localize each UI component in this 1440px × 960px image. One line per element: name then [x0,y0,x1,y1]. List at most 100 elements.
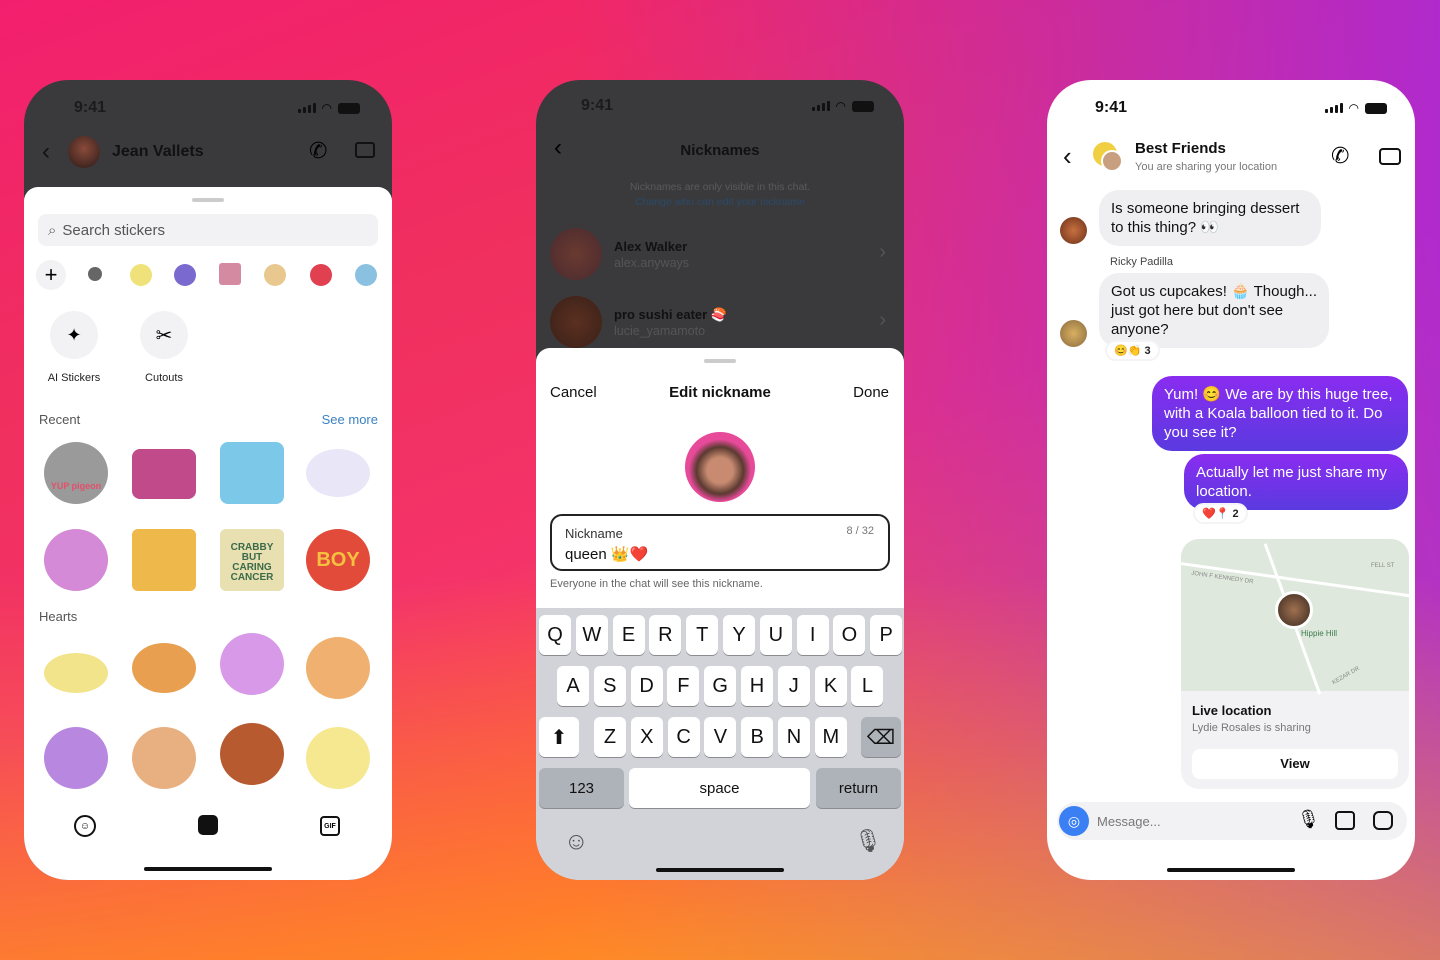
sticker-pack[interactable] [130,264,152,286]
sticker-icon[interactable] [1373,811,1393,830]
status-icons: ◠ [297,101,360,115]
sticker-heart[interactable] [132,643,196,693]
key-k[interactable]: K [814,666,847,706]
sticker-heart[interactable] [306,727,370,789]
reaction-badge[interactable]: ❤️📍 2 [1195,505,1246,522]
back-icon[interactable]: ‹ [42,138,50,166]
sticker-heart[interactable] [220,633,284,695]
gallery-icon[interactable] [1335,811,1355,830]
key-t[interactable]: T [686,615,719,655]
helper-text: Everyone in the chat will see this nickn… [550,578,763,590]
map[interactable]: JOHN F KENNEDY DR FELL ST KEZAR DR Hippi… [1181,539,1409,695]
camera-icon[interactable]: ◎ [1059,806,1089,836]
sticker-crabby-cancer[interactable]: CRABBY BUT CARING CANCER [220,529,284,591]
char-counter: 8 / 32 [846,525,874,537]
key-y[interactable]: Y [723,615,755,655]
drag-handle[interactable] [704,359,736,363]
key-c[interactable]: C [667,717,700,757]
see-more-link[interactable]: See more [322,412,378,427]
sticker-lettering: YUP pigeon [50,481,102,491]
backspace-key[interactable]: ⌫ [861,717,901,757]
live-location-title: Live location [1192,703,1272,718]
key-o[interactable]: O [833,615,866,655]
message-composer[interactable]: ◎ Message... 🎙 [1057,802,1407,840]
sticker-pack[interactable] [355,264,377,286]
video-icon[interactable] [1379,148,1401,165]
nickname-input[interactable]: Nickname queen 👑❤️ 8 / 32 [550,514,890,571]
sticker-icon[interactable] [198,815,218,835]
phone-icon[interactable]: ✆ [1331,143,1349,169]
key-i[interactable]: I [796,615,829,655]
sticker-lips[interactable] [44,529,108,591]
video-icon[interactable] [355,142,375,158]
sticker-pack[interactable] [219,263,241,285]
change-permission-link[interactable]: Change who can edit your nickname [536,196,904,208]
sticker-heart[interactable] [44,653,108,693]
avatar-icon[interactable]: ☺ [74,815,96,837]
sticker-heart[interactable] [306,637,370,699]
avatar [550,228,602,280]
sticker-duh[interactable] [132,449,196,499]
key-n[interactable]: N [778,717,810,757]
key-m[interactable]: M [814,717,847,757]
member-row[interactable]: pro sushi eater 🍣 lucie_yamamoto › [536,296,904,356]
key-j[interactable]: J [777,666,810,706]
add-sticker-icon[interactable]: + [36,260,66,290]
key-r[interactable]: R [649,615,682,655]
key-l[interactable]: L [851,666,884,706]
chevron-right-icon: › [879,241,886,263]
key-x[interactable]: X [630,717,663,757]
sticker-pack[interactable] [264,264,286,286]
reaction-badge[interactable]: 😊👏 3 [1107,342,1158,359]
phone-icon[interactable]: ✆ [309,138,327,164]
key-d[interactable]: D [630,666,663,706]
sticker-heart[interactable] [132,727,196,789]
recent-icon[interactable] [88,267,102,281]
key-v[interactable]: V [704,717,737,757]
message-outgoing: Actually let me just share my location. [1184,454,1408,510]
sticker-pack[interactable] [310,264,332,286]
sticker-heart[interactable] [220,723,284,785]
shift-key[interactable]: ⬆ [539,717,579,757]
space-key[interactable]: space [629,768,810,808]
microphone-icon[interactable]: 🎙 [1297,809,1320,830]
emoji-icon[interactable]: ☺ [564,828,589,856]
message-input[interactable]: Message... [1097,814,1161,829]
gif-icon[interactable]: GIF [320,816,340,836]
numbers-key[interactable]: 123 [539,768,624,808]
sticker-chair[interactable] [132,529,196,591]
key-q[interactable]: Q [539,615,571,655]
drag-handle[interactable] [192,198,224,202]
back-icon[interactable]: ‹ [1063,141,1072,172]
ai-sparkle-icon[interactable]: ✦ [50,311,98,359]
search-input[interactable]: ⌕ Search stickers [38,214,378,246]
key-f[interactable]: F [667,666,700,706]
sticker-waterfall[interactable] [220,442,284,504]
key-g[interactable]: G [704,666,737,706]
done-button[interactable]: Done [853,384,889,401]
sticker-eyes[interactable] [306,449,370,497]
page-title: Nicknames [680,142,760,159]
dictation-icon[interactable]: 🎙 [854,828,882,854]
hearts-label: Hearts [39,609,78,624]
live-location-card[interactable]: JOHN F KENNEDY DR FELL ST KEZAR DR Hippi… [1181,539,1409,789]
key-h[interactable]: H [741,666,773,706]
avatar [1060,320,1087,347]
key-a[interactable]: A [557,666,589,706]
sticker-yup-pigeon[interactable]: YUP pigeon [44,442,108,504]
key-z[interactable]: Z [594,717,626,757]
member-row[interactable]: Alex Walker alex.anyways › [536,228,904,288]
status-icons: ◠ [1324,101,1387,115]
key-s[interactable]: S [593,666,626,706]
view-location-button[interactable]: View [1192,749,1398,779]
scissors-icon[interactable]: ✂ [140,311,188,359]
sticker-heart[interactable] [44,727,108,789]
key-b[interactable]: B [741,717,774,757]
return-key[interactable]: return [816,768,901,808]
key-e[interactable]: E [612,615,645,655]
sticker-pack[interactable] [174,264,196,286]
sticker-boy[interactable]: BOY [306,529,370,591]
key-u[interactable]: U [759,615,792,655]
key-p[interactable]: P [870,615,903,655]
key-w[interactable]: W [575,615,608,655]
